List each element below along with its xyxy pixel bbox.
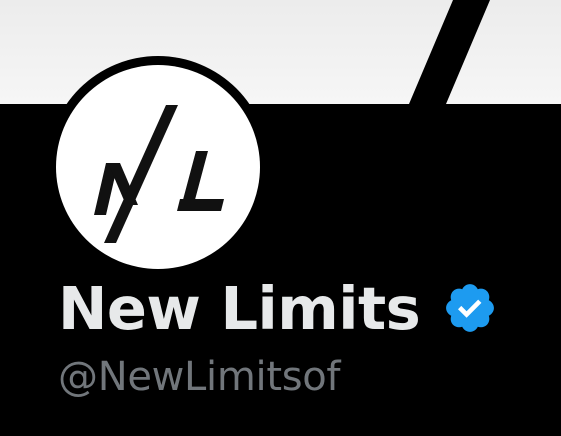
- verified-badge-icon[interactable]: [442, 280, 498, 336]
- profile-header: New Limits @NewLimitsof: [0, 0, 561, 436]
- avatar-monogram-nl: [94, 105, 224, 243]
- display-name: New Limits: [58, 273, 421, 343]
- avatar[interactable]: [56, 65, 260, 269]
- profile-handle: @NewLimitsof: [58, 354, 341, 400]
- new-limits-logo: [94, 105, 224, 243]
- name-row: New Limits: [58, 268, 498, 348]
